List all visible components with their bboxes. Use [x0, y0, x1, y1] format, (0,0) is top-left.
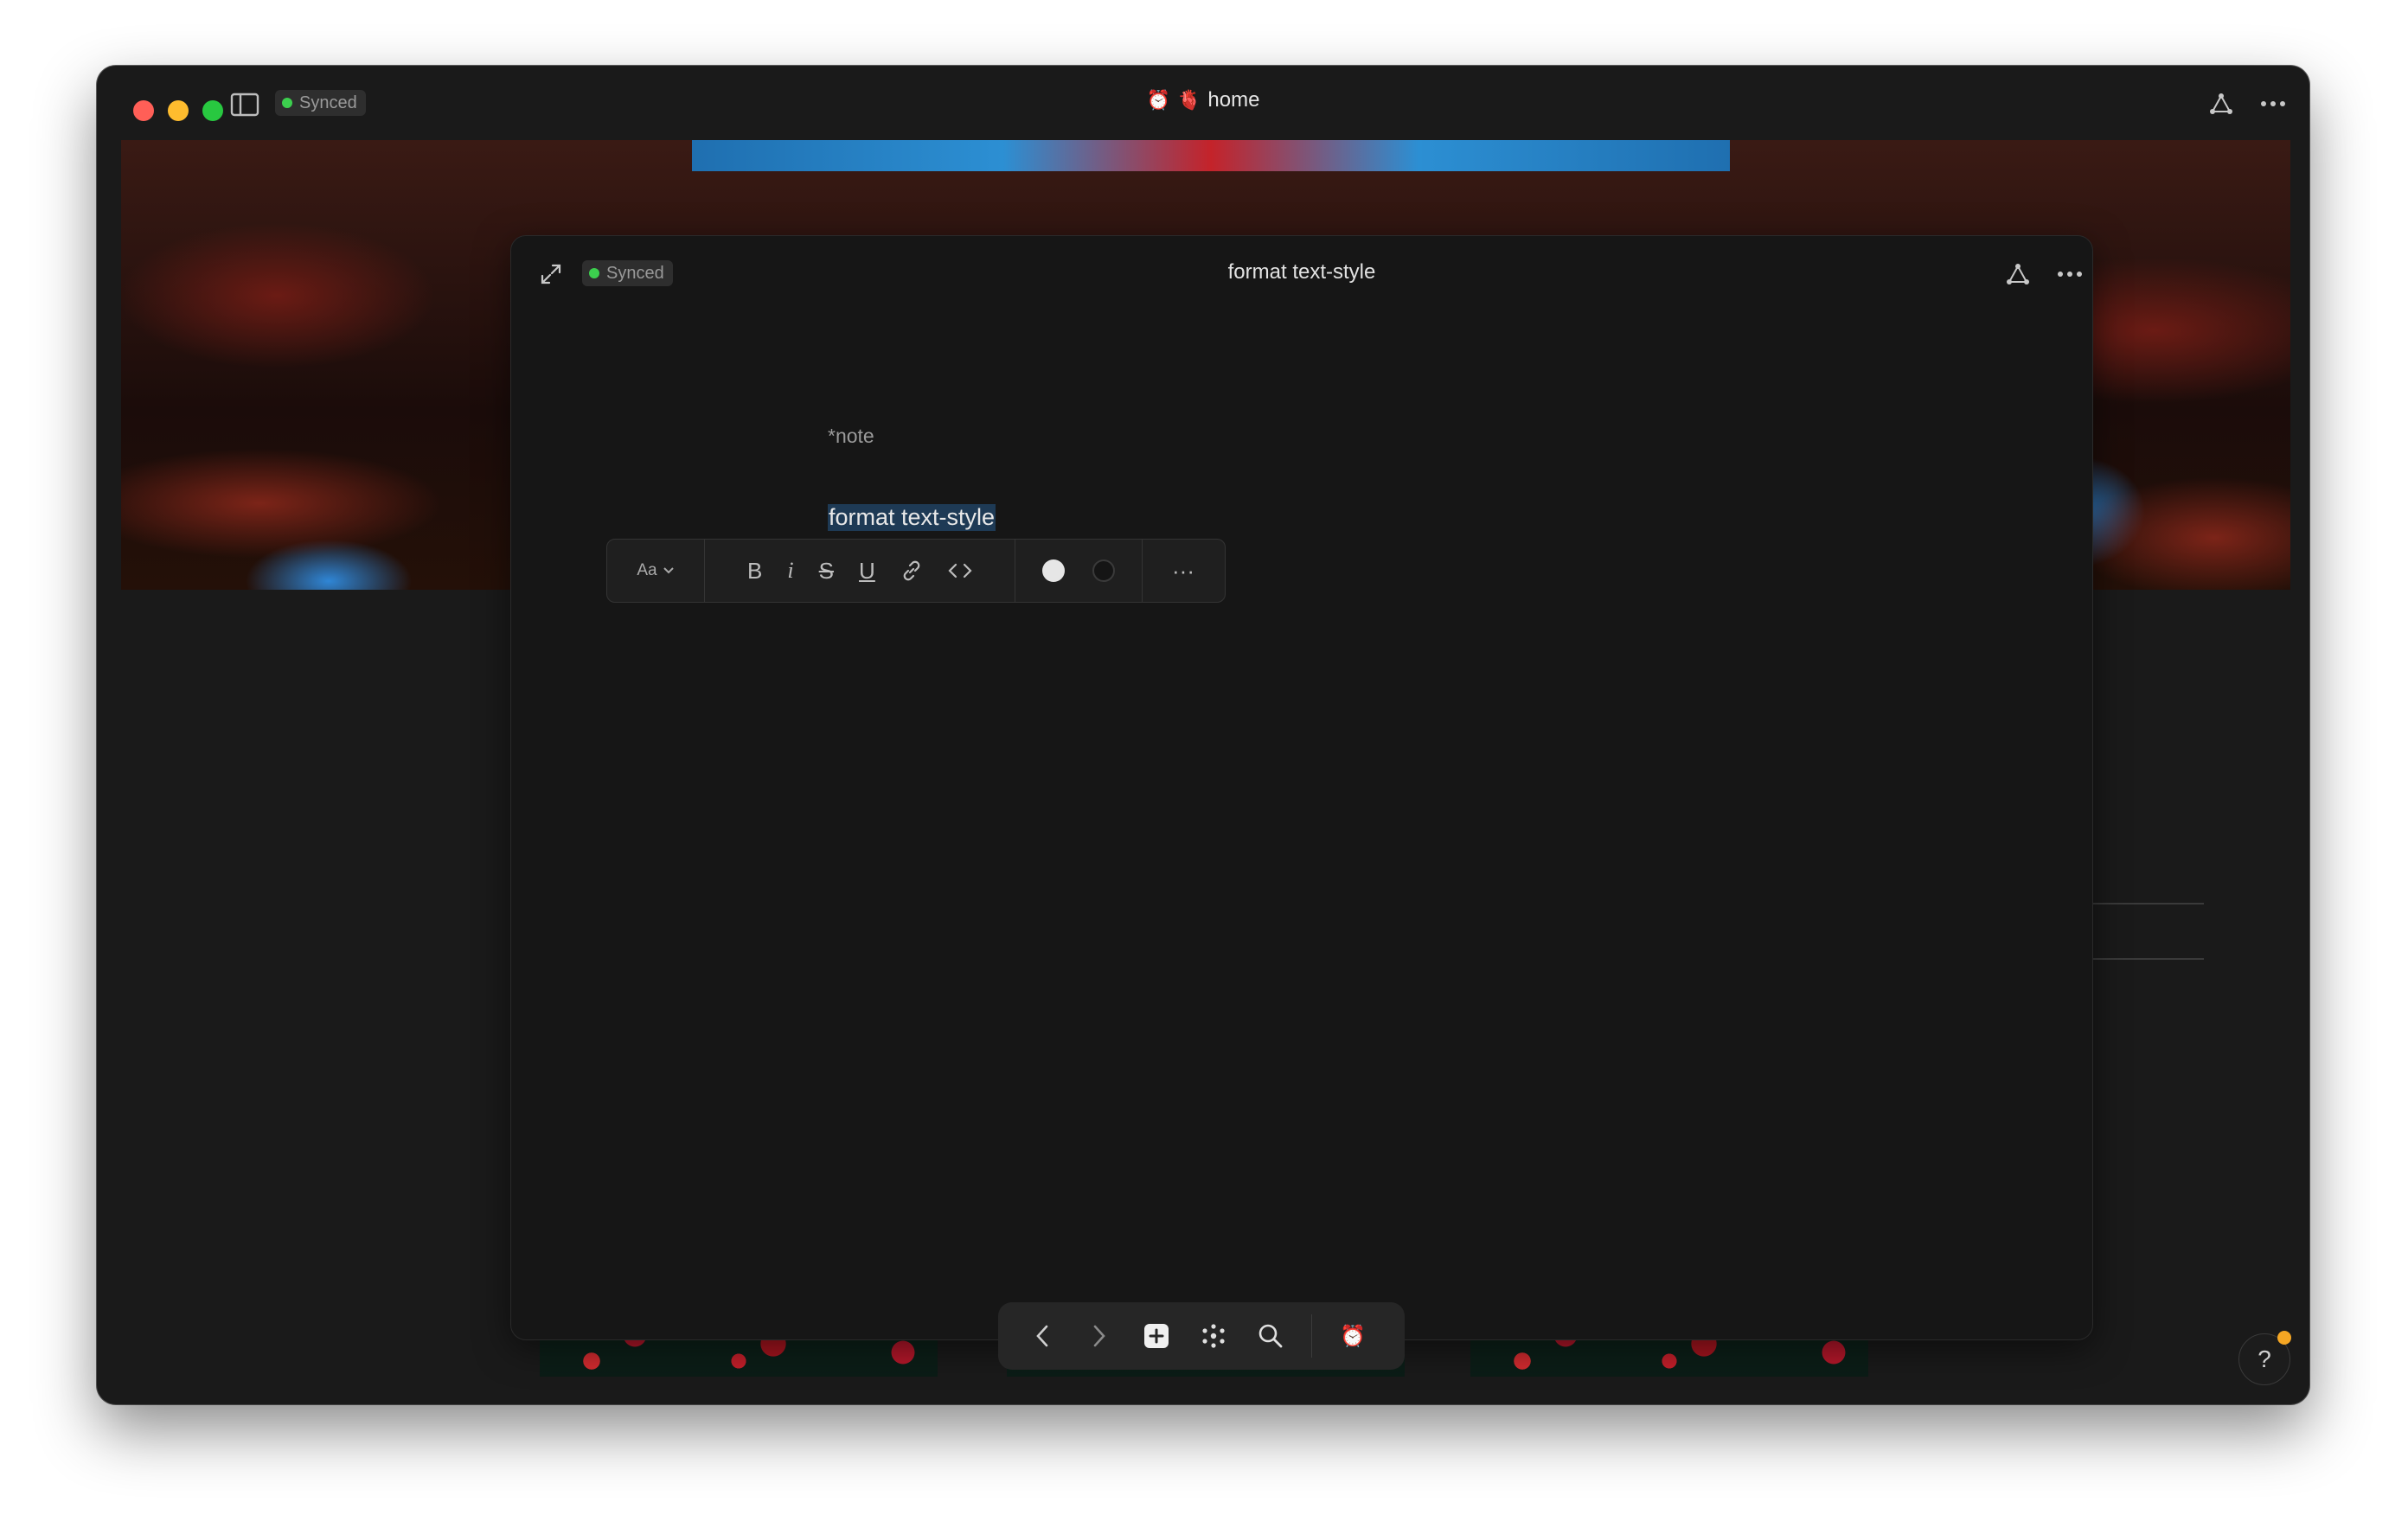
chevron-down-icon — [663, 567, 674, 574]
heart-icon: 🫀 — [1176, 89, 1201, 111]
title-bar: Synced ⏰ 🫀 home — [97, 66, 2309, 140]
note-tag-label[interactable]: *note — [828, 425, 874, 448]
format-buttons: B i S U — [705, 540, 1015, 602]
graph-button[interactable] — [1185, 1302, 1242, 1370]
cover-image-strip — [692, 140, 1730, 171]
text-color-button[interactable] — [1041, 540, 1066, 602]
bold-button[interactable]: B — [747, 540, 762, 602]
text-style-dropdown[interactable]: Aa — [607, 540, 704, 602]
selected-text[interactable]: format text-style — [828, 504, 996, 531]
graph-icon — [1202, 1324, 1225, 1348]
underline-button[interactable]: U — [859, 540, 875, 602]
more-options-icon[interactable] — [2053, 257, 2087, 291]
alarm-clock-icon: ⏰ — [1146, 89, 1170, 111]
link-icon — [903, 560, 920, 581]
note-panel: Synced format text-style *note format te… — [510, 235, 2093, 1340]
dock-divider — [1311, 1314, 1312, 1358]
help-button[interactable]: ? — [2238, 1331, 2291, 1385]
window-title: ⏰ 🫀 home — [97, 88, 2309, 112]
text-style-label: Aa — [637, 561, 657, 579]
chevron-right-icon — [1093, 1325, 1105, 1347]
format-toolbar: Aa B i S U ··· — [606, 539, 1226, 603]
notification-dot — [2277, 1331, 2291, 1345]
code-button[interactable] — [948, 540, 972, 602]
forward-button[interactable] — [1071, 1302, 1128, 1370]
workspace-button[interactable]: ⏰ — [1324, 1302, 1381, 1370]
search-icon — [1258, 1324, 1283, 1348]
more-format-options-button[interactable]: ··· — [1143, 540, 1224, 602]
back-button[interactable] — [1014, 1302, 1071, 1370]
code-icon — [948, 563, 972, 578]
more-options-icon[interactable] — [2256, 86, 2290, 121]
navigation-dock: ⏰ — [998, 1302, 1405, 1370]
chevron-left-icon — [1036, 1325, 1048, 1347]
italic-button[interactable]: i — [787, 540, 793, 602]
app-window: 🧵 Synced ⏰ 🫀 home — [97, 66, 2309, 1404]
share-graph-icon[interactable] — [2001, 257, 2035, 291]
panel-title: format text-style — [1227, 260, 1376, 284]
add-icon — [1144, 1324, 1169, 1348]
search-button[interactable] — [1242, 1302, 1299, 1370]
highlight-color-button[interactable] — [1091, 540, 1117, 602]
color-buttons — [1015, 540, 1142, 602]
strikethrough-button[interactable]: S — [819, 540, 834, 602]
link-button[interactable] — [900, 540, 923, 602]
share-graph-icon[interactable] — [2204, 86, 2238, 121]
window-title-label: home — [1207, 88, 1260, 112]
new-note-button[interactable] — [1128, 1302, 1185, 1370]
help-label: ? — [2258, 1345, 2271, 1372]
